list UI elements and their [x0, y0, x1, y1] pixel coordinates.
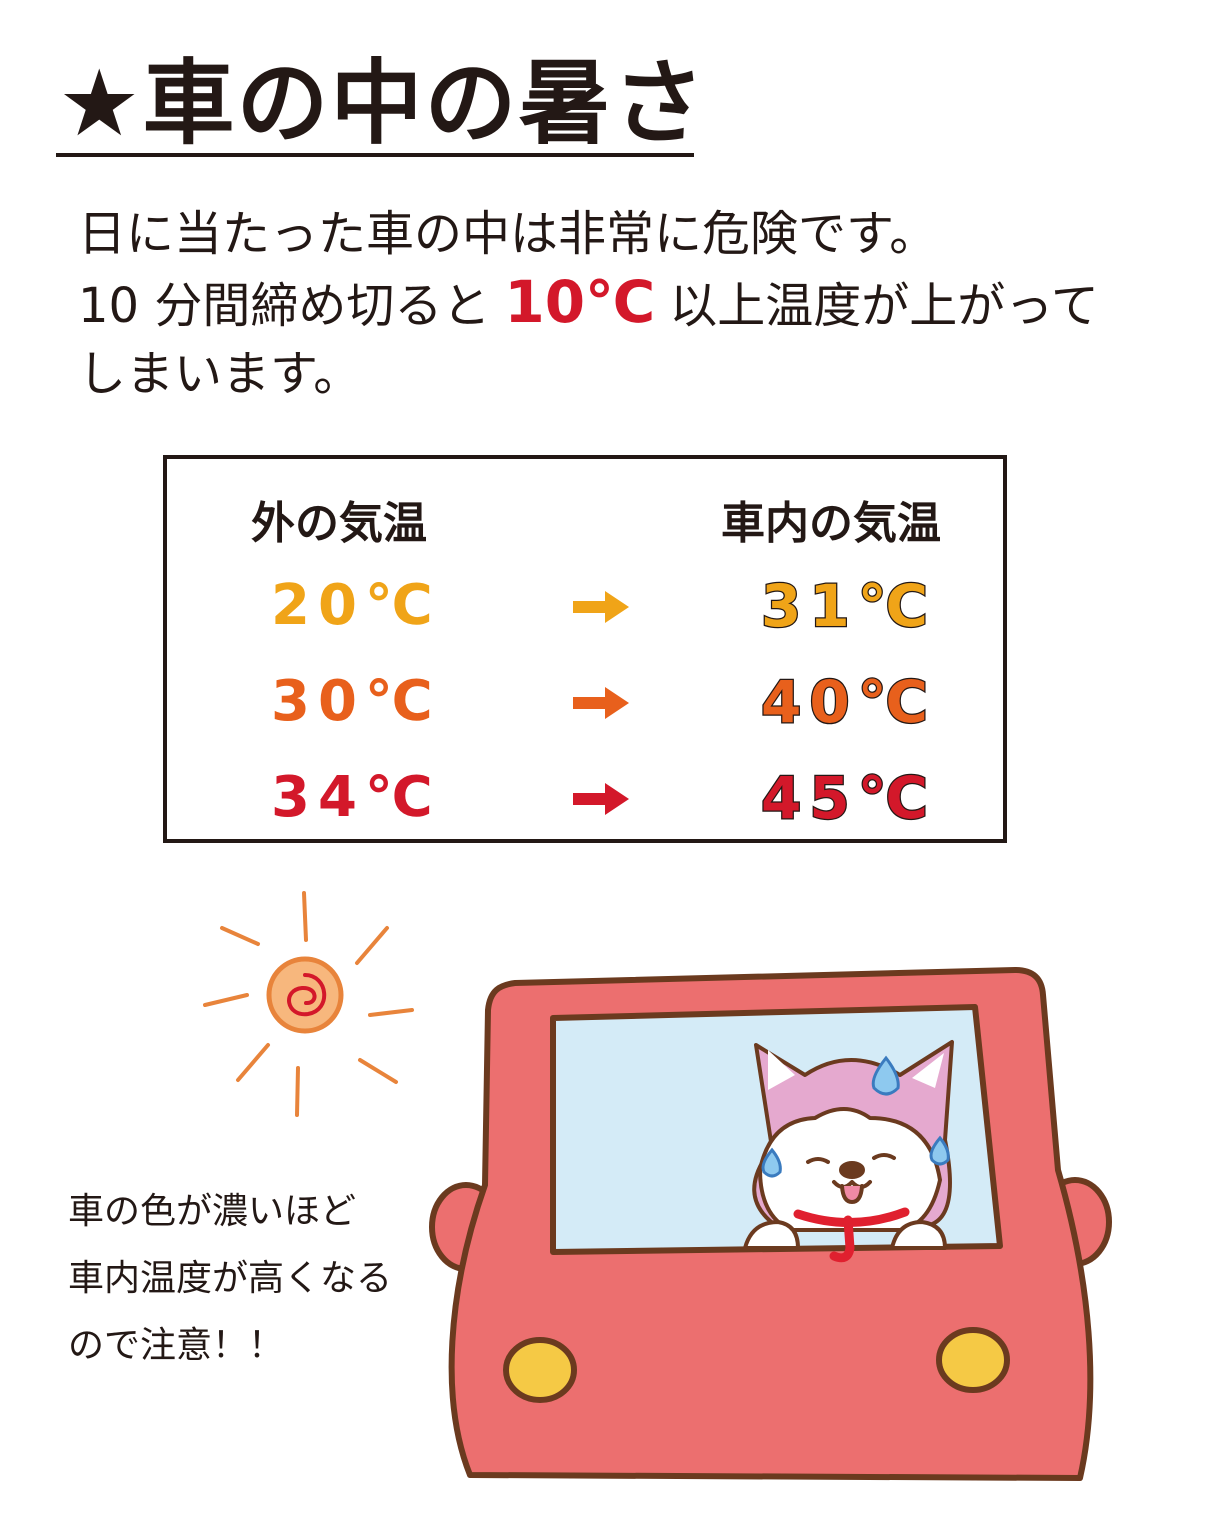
caution-note: 車の色が濃いほど 車内温度が高くなる ので注意！！: [68, 1178, 448, 1379]
dog-icon: [743, 1040, 954, 1263]
note-line-1: 車の色が濃いほど: [68, 1191, 357, 1232]
sun-icon: [203, 891, 414, 1117]
note-line-2: 車内温度が高くなる: [68, 1258, 393, 1299]
note-line-3: ので注意！！: [68, 1325, 285, 1366]
